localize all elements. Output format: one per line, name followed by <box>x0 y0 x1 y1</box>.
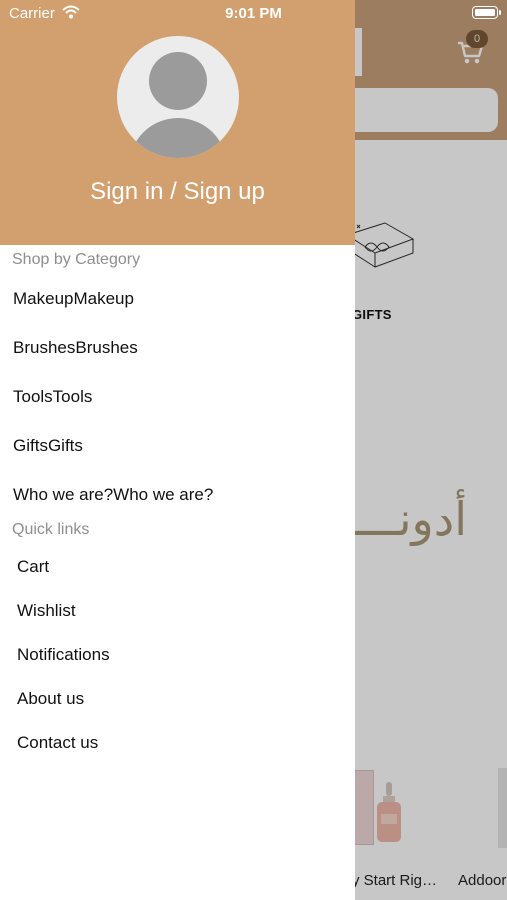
status-time: 9:01 PM <box>225 5 282 22</box>
quick-link-notifications[interactable]: Notifications <box>17 645 110 665</box>
category-item-tools[interactable]: ToolsTools <box>13 387 92 407</box>
category-item-gifts[interactable]: GiftsGifts <box>13 436 83 456</box>
avatar-head <box>149 52 207 110</box>
quick-link-contact-us[interactable]: Contact us <box>17 733 98 753</box>
quick-link-cart[interactable]: Cart <box>17 557 49 577</box>
category-item-brushes[interactable]: BrushesBrushes <box>13 338 138 358</box>
drawer-header: Sign in / Sign up <box>0 0 355 245</box>
side-drawer: Sign in / Sign up Shop by Category Makeu… <box>0 0 355 900</box>
category-item-who-we-are[interactable]: Who we are?Who we are? <box>13 485 213 505</box>
battery-tip <box>499 10 501 15</box>
quick-links-title: Quick links <box>12 521 90 538</box>
status-bar: Carrier 9:01 PM <box>0 0 507 26</box>
sign-in-sign-up-link[interactable]: Sign in / Sign up <box>0 178 355 206</box>
shop-by-category-title: Shop by Category <box>12 251 141 268</box>
category-item-makeup[interactable]: MakeupMakeup <box>13 289 134 309</box>
quick-link-about-us[interactable]: About us <box>17 689 84 709</box>
avatar-body <box>129 118 227 158</box>
quick-link-wishlist[interactable]: Wishlist <box>17 601 76 621</box>
avatar-placeholder-icon[interactable] <box>117 36 239 158</box>
battery-icon <box>472 6 498 19</box>
